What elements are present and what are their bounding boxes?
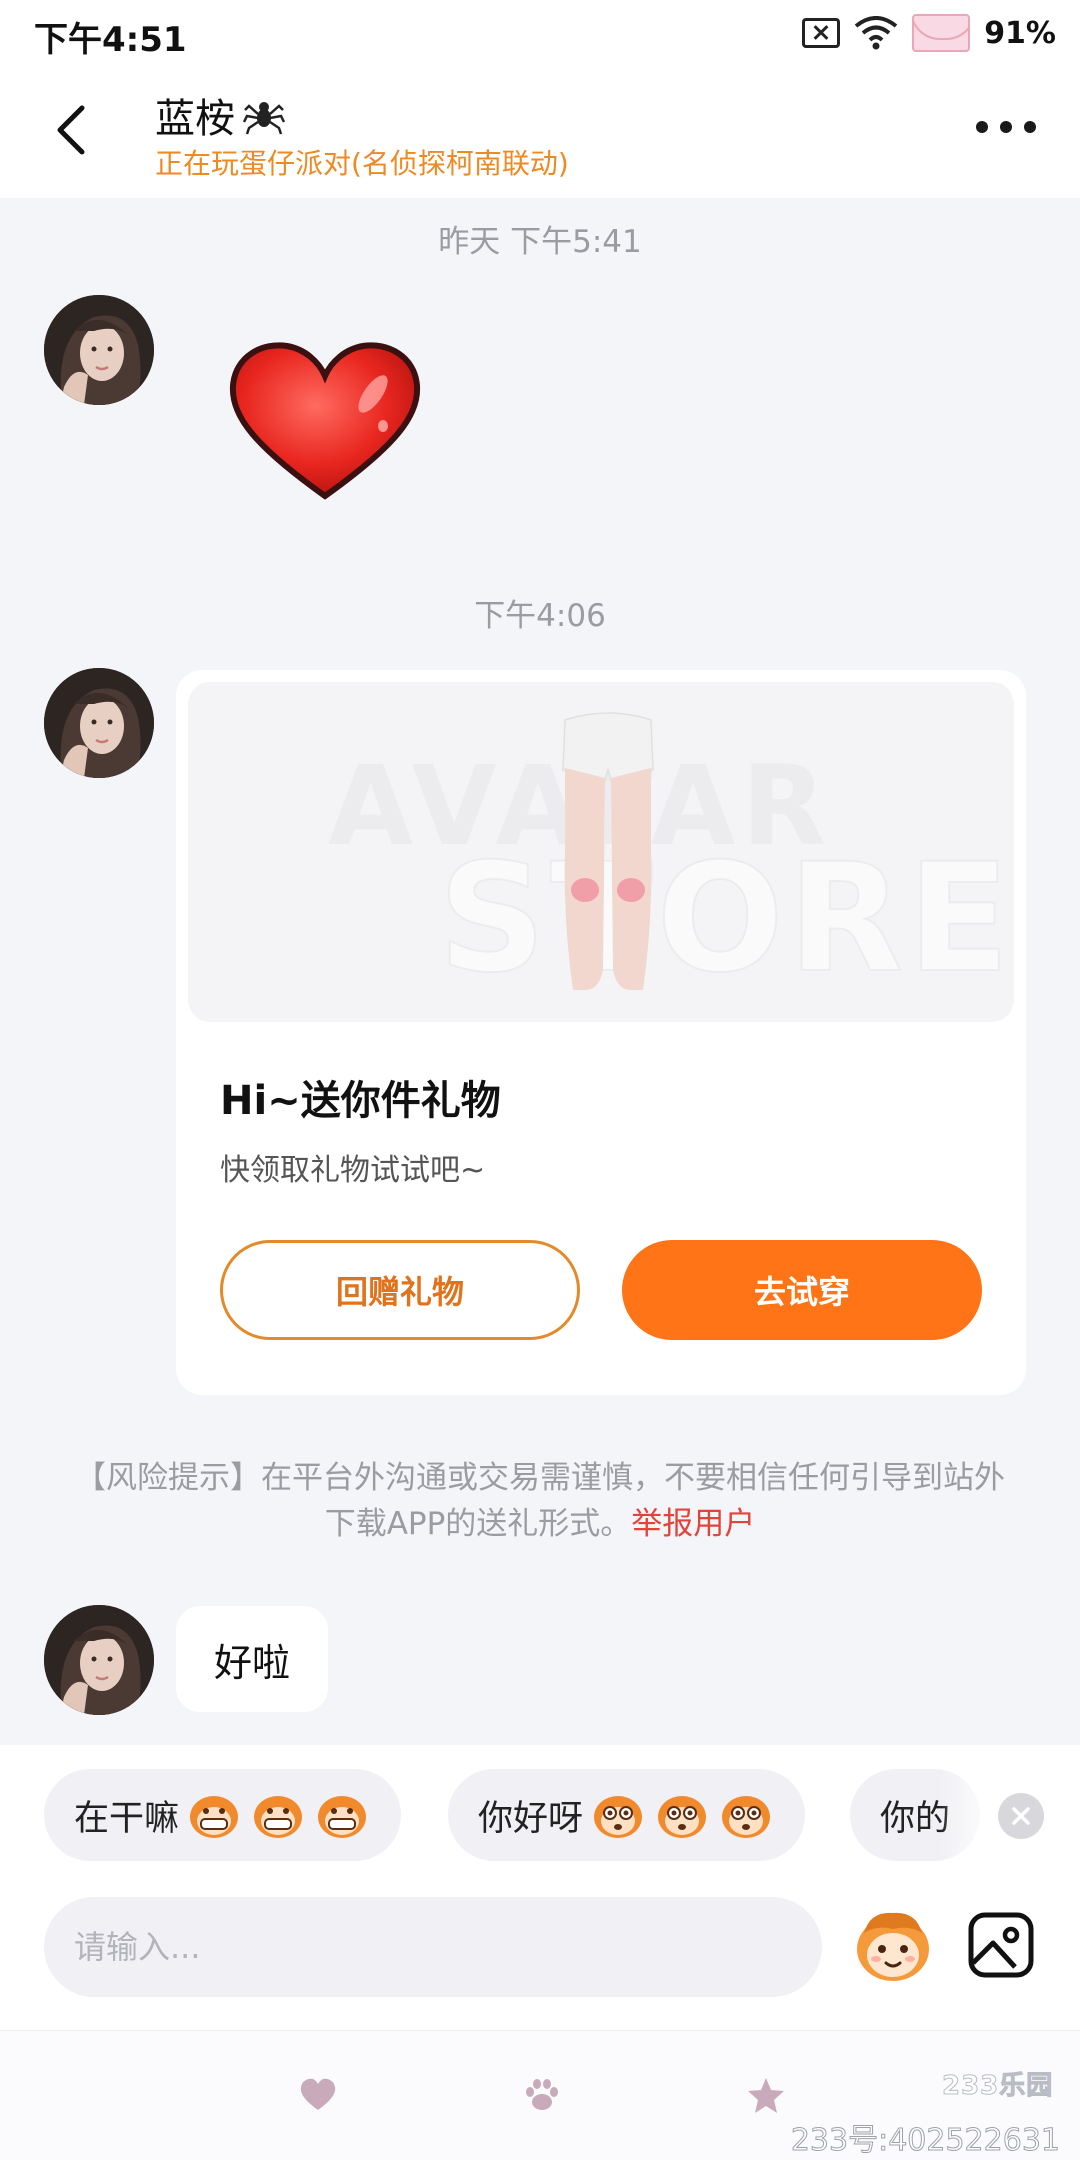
contact-avatar[interactable]: [44, 295, 154, 405]
heart-icon[interactable]: [298, 2075, 338, 2115]
paw-icon[interactable]: [522, 2075, 562, 2115]
emoji-panel-button[interactable]: [850, 1903, 936, 1989]
risk-notice-text: 【风险提示】在平台外沟通或交易需谨慎，不要相信任何引导到站外下载APP的送礼形式…: [75, 1460, 1005, 1542]
dot-icon: [976, 121, 988, 133]
surprised-monkey-icon: [594, 1796, 643, 1838]
quick-reply-chip[interactable]: 在干嘛: [44, 1769, 402, 1861]
dot-icon: [1024, 121, 1036, 133]
report-user-link[interactable]: 举报用户: [631, 1506, 755, 1542]
star-icon[interactable]: [746, 2075, 786, 2115]
message-bubble[interactable]: 好啦: [176, 1606, 329, 1712]
status-icons: 91%: [802, 14, 1056, 52]
gift-title: Hi~送你件礼物: [220, 1078, 501, 1124]
close-icon: [1012, 1807, 1030, 1825]
dot-icon: [1000, 121, 1012, 133]
grinning-monkey-icon: [318, 1796, 367, 1838]
bottom-navigation: 233乐园 233号:402522631: [0, 2030, 1080, 2160]
quick-reply-label: 在干嘛: [74, 1798, 180, 1839]
return-gift-button[interactable]: 回赠礼物: [220, 1240, 580, 1340]
gift-card[interactable]: AVATAR STORE Hi~送你件礼物 快领取礼物试试吧~ 回赠礼物 去试穿: [176, 670, 1026, 1395]
gift-subtitle: 快领取礼物试试吧~: [220, 1153, 486, 1188]
chip-fade-overlay: [940, 1745, 1000, 1867]
brand-watermark: 233乐园: [941, 2071, 1054, 2102]
heart-sticker[interactable]: [225, 338, 425, 503]
quick-reply-bar: 在干嘛 你好呀 你的: [0, 1745, 1080, 1867]
quick-reply-label: 你好呀: [478, 1798, 584, 1839]
back-button[interactable]: [48, 100, 98, 160]
contact-activity-status: 正在玩蛋仔派对(名侦探柯南联动): [155, 147, 569, 180]
grinning-monkey-icon: [190, 1796, 239, 1838]
no-sim-icon: [802, 18, 841, 48]
spider-icon: [243, 102, 285, 135]
avatar-image: [44, 1605, 154, 1715]
watermark-store: STORE: [437, 831, 1014, 1007]
chat-header: 蓝桉 正在玩蛋仔派对(名侦探柯南联动): [0, 70, 1080, 198]
user-id-watermark: 233号:402522631: [790, 2123, 1060, 2159]
message-timestamp: 昨天 下午5:41: [438, 224, 642, 260]
composer-bar: [0, 1867, 1080, 2030]
status-time: 下午4:51: [34, 20, 187, 60]
message-envelope-icon: [912, 14, 971, 52]
try-on-button[interactable]: 去试穿: [622, 1240, 982, 1340]
gift-preview-image[interactable]: AVATAR STORE: [188, 682, 1014, 1022]
image-picker-button[interactable]: [965, 1909, 1037, 1981]
contact-avatar[interactable]: [44, 1605, 154, 1715]
avatar-image: [44, 295, 154, 405]
contact-name[interactable]: 蓝桉: [155, 86, 285, 144]
wifi-icon: [854, 16, 898, 50]
surprised-monkey-icon: [722, 1796, 771, 1838]
status-bar: 下午4:51 91%: [0, 0, 1080, 70]
more-options-button[interactable]: [976, 115, 1036, 139]
avatar-image: [44, 668, 154, 778]
contact-avatar[interactable]: [44, 668, 154, 778]
shorts-item-icon: [562, 712, 654, 990]
grinning-monkey-icon: [254, 1796, 303, 1838]
message-input[interactable]: [44, 1897, 822, 1997]
quick-reply-chip[interactable]: 你好呀: [448, 1769, 806, 1861]
close-quick-replies-button[interactable]: [998, 1793, 1044, 1839]
risk-notice: 【风险提示】在平台外沟通或交易需谨慎，不要相信任何引导到站外下载APP的送礼形式…: [70, 1455, 1010, 1547]
surprised-monkey-icon: [658, 1796, 707, 1838]
battery-level: 91%: [984, 15, 1056, 51]
message-timestamp: 下午4:06: [474, 598, 606, 634]
contact-name-text: 蓝桉: [155, 96, 235, 142]
